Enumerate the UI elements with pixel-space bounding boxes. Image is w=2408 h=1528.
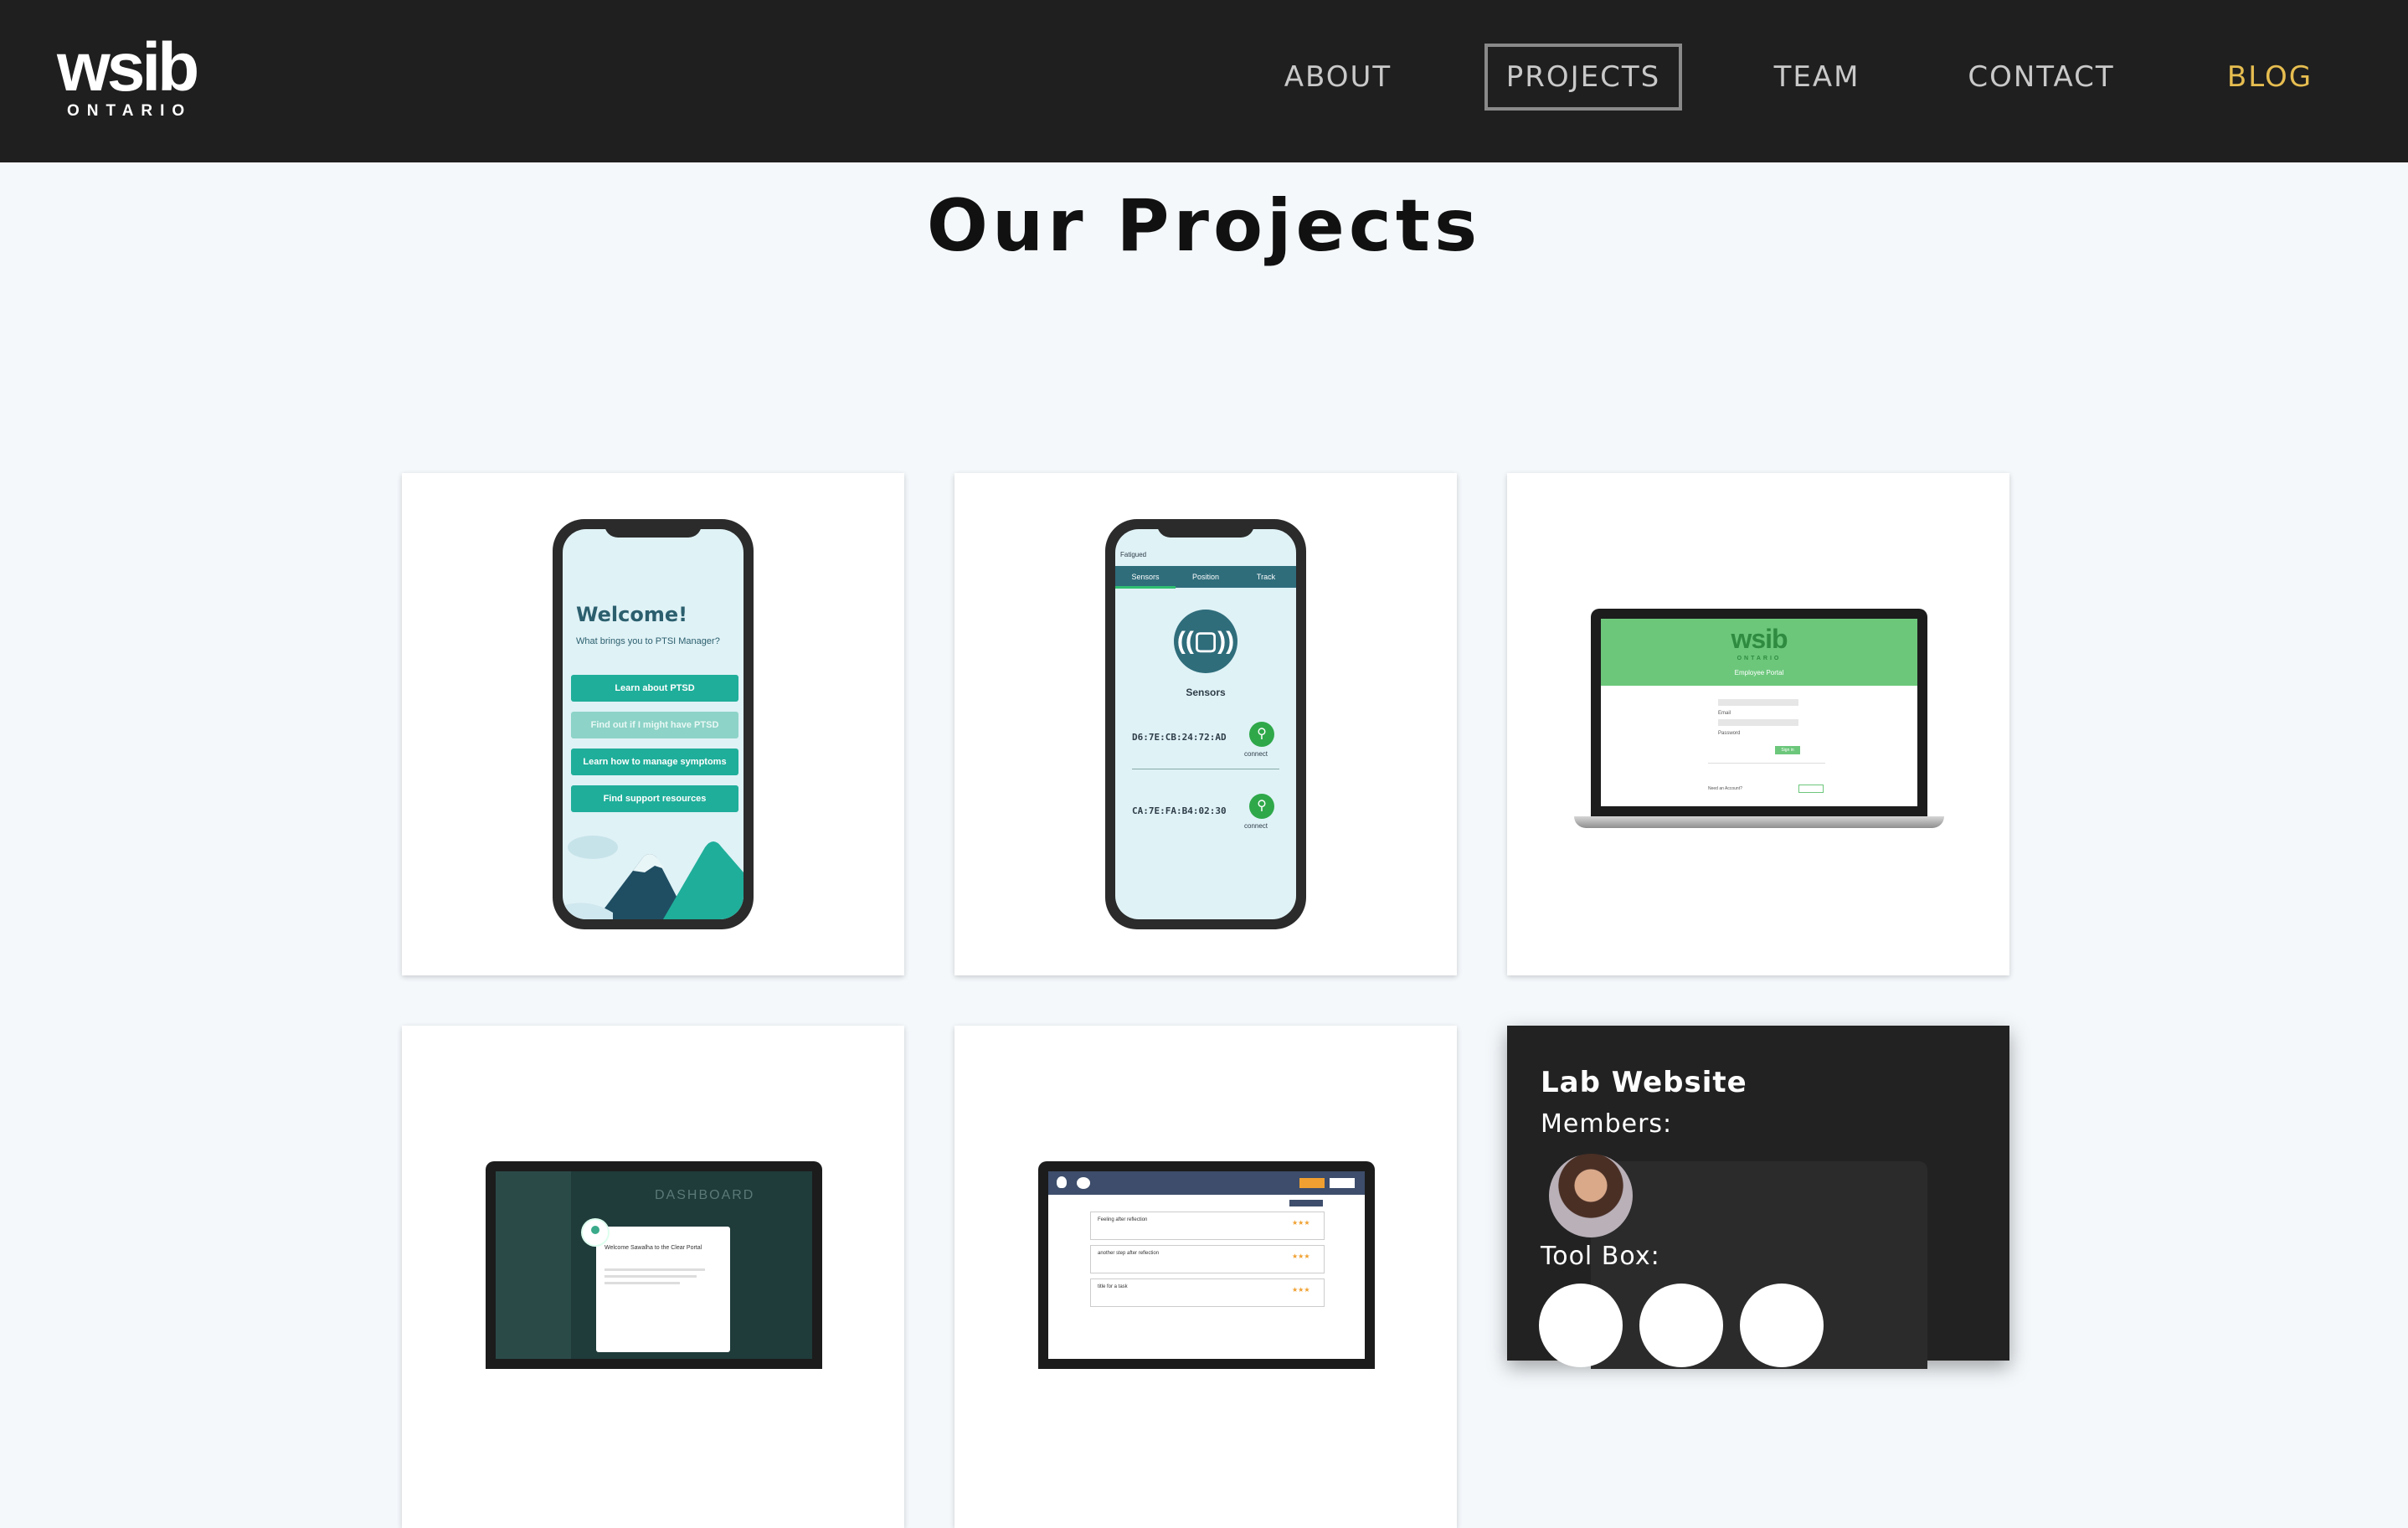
laptop-base (1574, 816, 1944, 828)
task-row: Feeling after reflection ★★★ (1090, 1212, 1325, 1240)
tool-icon (1740, 1284, 1824, 1367)
task-row: title for a task ★★★ (1090, 1278, 1325, 1307)
welcome-dialog: Welcome Sawalha to the Clear Portal (596, 1227, 730, 1352)
task-title: title for a task (1098, 1284, 1128, 1289)
phone-mockup: Welcome! What brings you to PTSI Manager… (553, 519, 754, 929)
portal-logo: wsib (1731, 624, 1788, 654)
device-mac: D6:7E:CB:24:72:AD (1132, 732, 1227, 743)
laptop-mockup: Feeling after reflection ★★★ another ste… (1038, 1161, 1375, 1369)
find-out-ptsd-button: Find out if I might have PTSD (571, 712, 738, 738)
dialog-welcome-text: Welcome Sawalha to the Clear Portal (605, 1245, 702, 1251)
nav-item-blog[interactable]: BLOG (2217, 44, 2323, 111)
sensor-broadcast-icon: ((▢)) (1174, 610, 1237, 673)
signin-button: Sign in (1775, 746, 1800, 754)
page-title: Our Projects (926, 184, 1482, 268)
phone-screen: Welcome! What brings you to PTSI Manager… (563, 529, 743, 919)
logo-subtitle: ONTARIO (67, 102, 193, 120)
project-card-ptsd-app[interactable]: Welcome! What brings you to PTSI Manager… (402, 473, 904, 975)
active-tab-indicator (1115, 586, 1176, 589)
wsib-logo[interactable]: wsib ONTARIO (57, 29, 208, 121)
phone-screen: Fatigued Sensors Position Track ((▢)) Se… (1115, 529, 1296, 919)
lightbulb-icon (1057, 1176, 1067, 1188)
email-label: Email (1718, 711, 1731, 716)
star-rating: ★★★ (1292, 1286, 1310, 1294)
star-rating: ★★★ (1292, 1219, 1310, 1227)
piggy-bank-icon (1077, 1177, 1090, 1189)
user-avatar-icon (583, 1220, 608, 1245)
connect-label: connect (1244, 822, 1268, 830)
app-header (1048, 1171, 1365, 1195)
task-title: Feeling after reflection (1098, 1217, 1148, 1222)
connect-label: connect (1244, 750, 1268, 758)
laptop-screen: Feeling after reflection ★★★ another ste… (1048, 1171, 1365, 1359)
task-row: another step after reflection ★★★ (1090, 1245, 1325, 1273)
dashboard-title: DASHBOARD (655, 1188, 755, 1202)
toolbox-label: Tool Box: (1541, 1242, 1660, 1271)
nav-item-projects[interactable]: PROJECTS (1484, 44, 1682, 111)
signup-button (1798, 785, 1824, 793)
task-title: another step after reflection (1098, 1251, 1160, 1256)
welcome-subtitle: What brings you to PTSI Manager? (576, 636, 720, 646)
nav-item-contact[interactable]: CONTACT (1963, 44, 2119, 111)
top-nav: wsib ONTARIO ABOUT PROJECTS TEAM CONTACT… (0, 0, 2408, 162)
password-label: Password (1718, 731, 1741, 736)
project-card-sensor-app[interactable]: Fatigued Sensors Position Track ((▢)) Se… (954, 473, 1457, 975)
sort-button (1289, 1200, 1323, 1206)
star-rating: ★★★ (1292, 1253, 1310, 1260)
email-field (1718, 719, 1798, 726)
members-label: Members: (1541, 1109, 1673, 1139)
phone-notch (605, 519, 702, 538)
portal-header: wsib ONTARIO Employee Portal (1601, 619, 1917, 686)
laptop-screen: wsib ONTARIO Employee Portal Email Passw… (1601, 619, 1917, 806)
project-card-dashboard[interactable]: DASHBOARD Welcome Sawalha to the Clear P… (402, 1026, 904, 1528)
tool-icon (1539, 1284, 1623, 1367)
laptop-screen: DASHBOARD Welcome Sawalha to the Clear P… (496, 1171, 812, 1359)
phone-notch (1157, 519, 1254, 538)
header-button (1330, 1178, 1355, 1188)
support-resources-button: Find support resources (571, 785, 738, 812)
tool-icon (1639, 1284, 1723, 1367)
portal-title: Employee Portal (1734, 669, 1784, 677)
tab-sensors: Sensors (1131, 573, 1160, 581)
tab-track: Track (1256, 573, 1276, 581)
portal-logo-sub: ONTARIO (1737, 656, 1782, 661)
logo-wordmark: wsib (57, 29, 199, 105)
dashboard-sidebar (496, 1171, 571, 1359)
member-avatar[interactable] (1549, 1154, 1633, 1237)
laptop-mockup: DASHBOARD Welcome Sawalha to the Clear P… (486, 1161, 822, 1369)
text-line (605, 1282, 680, 1284)
project-title: Lab Website (1541, 1066, 1747, 1099)
divider (1708, 763, 1825, 764)
welcome-heading: Welcome! (576, 603, 688, 626)
app-name: Fatigued (1120, 551, 1147, 558)
laptop-mockup: wsib ONTARIO Employee Portal Email Passw… (1591, 609, 1927, 816)
app-tabbar: Sensors Position Track (1115, 566, 1296, 589)
manage-symptoms-button: Learn how to manage symptoms (571, 749, 738, 775)
text-line (605, 1268, 705, 1271)
need-account-text: Need an Account? (1708, 786, 1742, 791)
header-button (1299, 1178, 1325, 1188)
username-field (1718, 699, 1798, 706)
tab-position: Position (1191, 573, 1220, 581)
link-icon: ⚲ (1249, 794, 1274, 819)
nav-item-team[interactable]: TEAM (1765, 44, 1869, 111)
project-card-task-list[interactable]: Feeling after reflection ★★★ another ste… (954, 1026, 1457, 1528)
nav-item-about[interactable]: ABOUT (1271, 44, 1405, 111)
phone-mockup: Fatigued Sensors Position Track ((▢)) Se… (1105, 519, 1306, 929)
sensors-heading: Sensors (1186, 687, 1226, 698)
project-card-lab-website[interactable]: Lab Website Members: Tool Box: (1507, 1026, 2009, 1369)
link-icon: ⚲ (1249, 722, 1274, 747)
mountain-illustration (563, 836, 743, 919)
project-card-employee-portal[interactable]: wsib ONTARIO Employee Portal Email Passw… (1507, 473, 2009, 975)
device-mac: CA:7E:FA:B4:02:30 (1132, 805, 1227, 816)
learn-ptsd-button: Learn about PTSD (571, 675, 738, 702)
text-line (605, 1275, 697, 1278)
